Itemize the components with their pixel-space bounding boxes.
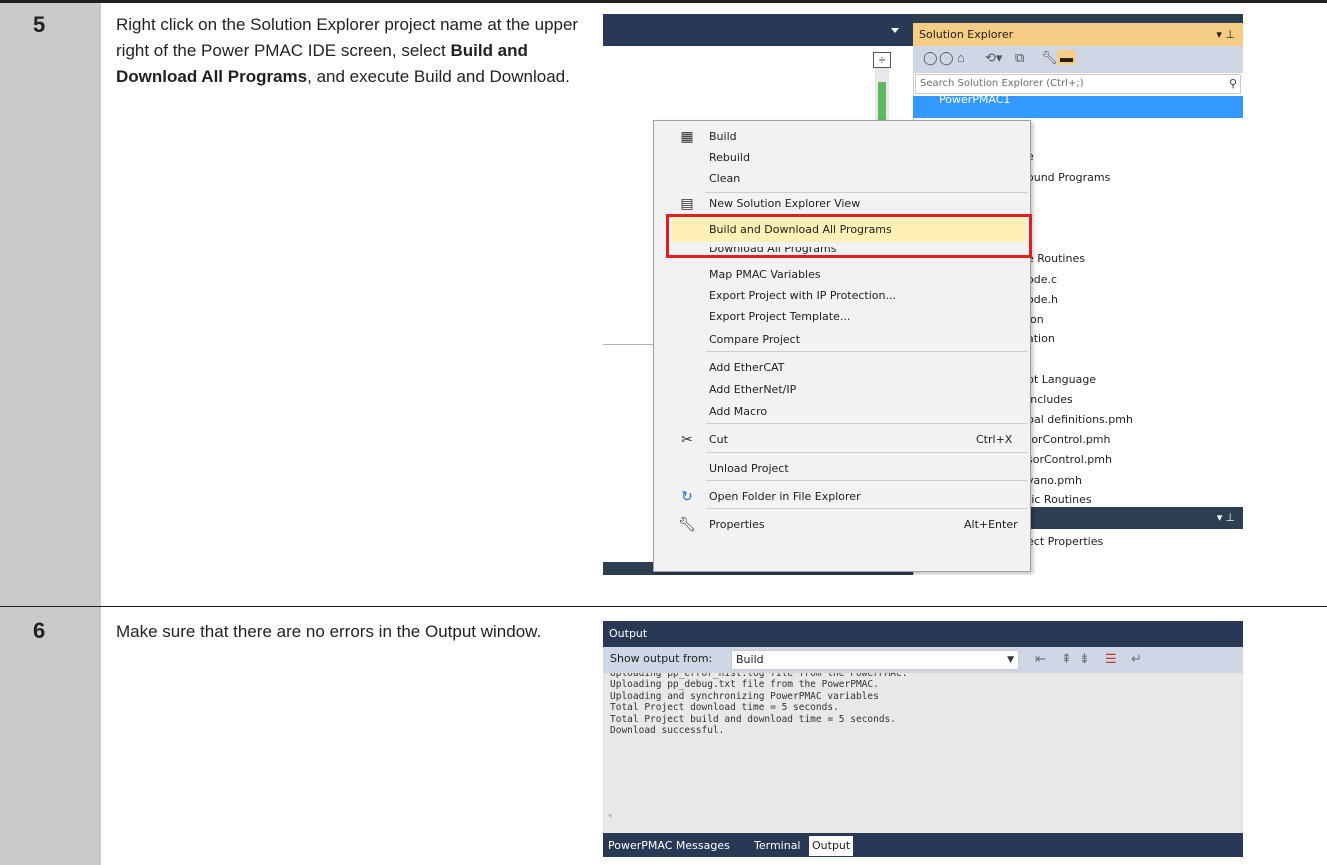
menu-separator <box>706 508 1028 509</box>
solution-explorer-search-input[interactable]: Search Solution Explorer (Ctrl+;) ⚲ <box>915 74 1241 94</box>
tree-item[interactable]: e Routines <box>1027 252 1085 265</box>
output-window-title: Output <box>609 627 648 640</box>
step-5-number-cell <box>0 3 101 607</box>
table-divider-rule <box>0 606 1327 607</box>
step-6-instruction: Make sure that there are no errors in th… <box>116 622 542 641</box>
output-line: Total Project build and download time = … <box>610 713 896 725</box>
editor-tab-bar <box>603 14 913 46</box>
solution-explorer-title-text: Solution Explorer <box>919 28 1014 41</box>
properties-row-label: ect Properties <box>1027 535 1104 548</box>
tree-item[interactable]: ation <box>1027 332 1055 345</box>
pin-icon[interactable]: ▾ ⊥ <box>1216 23 1235 46</box>
step-5-text-after: , and execute Build and Download. <box>307 67 570 86</box>
output-line: Total Project download time = 5 seconds. <box>610 702 839 713</box>
back-icon[interactable]: ◯ <box>923 50 938 66</box>
output-toolbar: Show output from: Build ▼ ⇤ ⇞ ⇟ ☰ ↵ <box>603 647 1243 673</box>
tree-item[interactable]: Includes <box>1027 393 1073 406</box>
find-message-icon[interactable]: ⇤ <box>1035 651 1046 667</box>
menu-separator <box>706 351 1028 352</box>
shortcut-properties: Alt+Enter <box>964 518 1018 531</box>
menu-item-cut[interactable]: ✂ Cut Ctrl+X <box>654 427 1030 453</box>
tree-item[interactable]: vano.pmh <box>1027 474 1082 487</box>
pin-toggle-icon[interactable]: ▬ <box>1057 50 1076 65</box>
tree-item[interactable]: ode.h <box>1027 293 1058 306</box>
output-source-select[interactable]: Build ▼ <box>731 650 1019 670</box>
refresh-arrow-icon: ↻ <box>681 489 693 505</box>
step-5-number: 5 <box>33 12 46 37</box>
solution-explorer-toolbar: ◯ ◯ ⌂ ⟲▾ ⧉ 🔧︎ ▬ <box>913 46 1243 73</box>
step-6-number-cell <box>0 607 101 865</box>
history-icon[interactable]: ⟲▾ <box>985 50 1002 66</box>
split-view-icon[interactable]: ÷ <box>873 52 891 68</box>
menu-item-unload-project[interactable]: Unload Project <box>654 456 1030 482</box>
menu-item-compare-project[interactable]: Compare Project <box>654 327 1030 353</box>
highlight-box <box>666 214 1032 258</box>
properties-panel: ect Properties <box>1027 530 1243 554</box>
shortcut-cut: Ctrl+X <box>976 433 1013 446</box>
home-icon[interactable]: ⌂ <box>957 50 965 65</box>
dropdown-arrow-icon[interactable] <box>891 28 899 33</box>
tree-item[interactable]: tic Routines <box>1027 493 1092 503</box>
ide-screenshot-context-menu: ÷ Solution Explorer ▾ ⊥ ◯ ◯ ⌂ ⟲▾ ⧉ 🔧︎ ▬ … <box>603 14 1243 575</box>
tab-terminal[interactable]: Terminal <box>751 836 804 856</box>
properties-panel-title: ▾ ⊥ <box>1027 507 1243 529</box>
collapse-icon[interactable]: ⧉ <box>1015 50 1024 66</box>
tab-output[interactable]: Output <box>809 836 854 856</box>
tab-powerpmac-messages[interactable]: PowerPMAC Messages <box>605 836 733 856</box>
tree-item[interactable]: ode.c <box>1027 273 1057 286</box>
tree-item[interactable]: bal definitions.pmh <box>1027 413 1133 426</box>
output-line: Download successful. <box>610 725 725 736</box>
show-output-label: Show output from: <box>610 652 713 665</box>
output-line: Uploading pp_debug.txt file from the Pow… <box>610 679 879 690</box>
step-6-number: 6 <box>33 618 46 643</box>
scroll-left-icon[interactable]: ◂ <box>607 811 612 823</box>
output-source-value: Build <box>736 653 764 666</box>
solution-explorer-title: Solution Explorer ▾ ⊥ <box>913 23 1243 46</box>
output-log: Uploading pp_error_hist.log file from th… <box>603 673 1243 833</box>
wrench-icon: 🔧︎ <box>678 517 696 533</box>
pin-icon[interactable]: ▾ ⊥ <box>1217 511 1235 524</box>
menu-item-clean[interactable]: Clean <box>654 166 1030 192</box>
new-view-icon: ▤ <box>680 197 694 211</box>
menu-item-open-folder-in-file-explorer[interactable]: ↻ Open Folder in File Explorer <box>654 484 1030 510</box>
tree-item[interactable]: sorControl.pmh <box>1027 453 1112 466</box>
project-context-menu: ▦ Build Rebuild Clean ▤ New Solution Explo… <box>653 120 1031 572</box>
output-tab-strip: PowerPMAC Messages Terminal Output <box>603 833 1243 857</box>
tree-item[interactable]: ound Programs <box>1027 171 1110 184</box>
table-top-rule <box>0 0 1327 3</box>
word-wrap-icon[interactable]: ↵ <box>1131 651 1142 667</box>
clear-all-icon[interactable]: ☰ <box>1105 651 1117 667</box>
search-icon[interactable]: ⚲ <box>1229 75 1237 93</box>
next-message-icon[interactable]: ⇟ <box>1079 651 1090 667</box>
menu-item-add-macro[interactable]: Add Macro <box>654 399 1030 425</box>
menu-separator <box>706 480 1028 481</box>
menu-separator <box>706 423 1028 424</box>
tree-item[interactable]: torControl.pmh <box>1027 433 1111 446</box>
forward-icon[interactable]: ◯ <box>939 50 954 66</box>
output-line: Uploading and synchronizing PowerPMAC va… <box>610 690 879 702</box>
prev-message-icon[interactable]: ⇞ <box>1061 651 1072 667</box>
search-placeholder: Search Solution Explorer (Ctrl+;) <box>920 78 1084 89</box>
chevron-down-icon: ▼ <box>1007 655 1014 665</box>
project-node-label: PowerPMAC1 <box>939 93 1011 106</box>
tree-item[interactable]: pt Language <box>1027 373 1096 386</box>
menu-separator <box>706 452 1028 453</box>
scissors-icon: ✂ <box>681 432 693 448</box>
project-node-selected[interactable]: PowerPMAC1 <box>913 93 1243 118</box>
step-5-instruction: Right click on the Solution Explorer pro… <box>116 12 586 90</box>
menu-separator <box>706 192 1028 193</box>
menu-item-new-solution-explorer-view[interactable]: ▤ New Solution Explorer View <box>654 197 1030 211</box>
properties-wrench-icon[interactable]: 🔧︎ <box>1041 50 1058 66</box>
ide-screenshot-output-window: Output Show output from: Build ▼ ⇤ ⇞ ⇟ ☰… <box>603 621 1243 857</box>
menu-item-properties[interactable]: 🔧︎ Properties Alt+Enter <box>654 512 1030 538</box>
